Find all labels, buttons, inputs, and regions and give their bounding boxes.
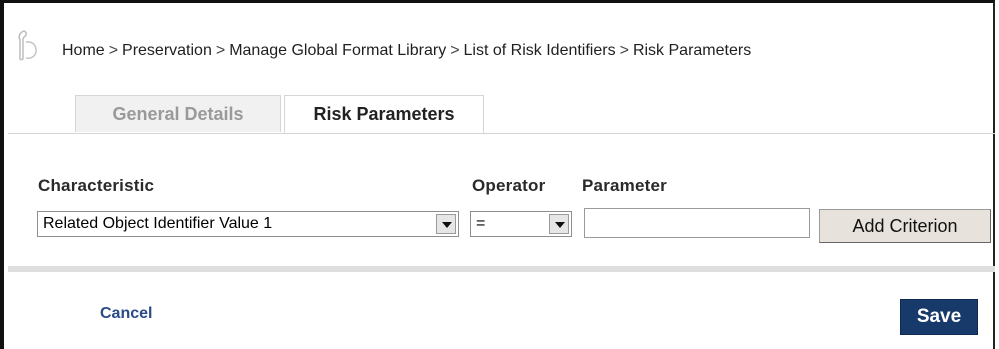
- cancel-link[interactable]: Cancel: [100, 305, 152, 323]
- breadcrumb-home[interactable]: Home: [62, 42, 105, 59]
- operator-selected-value: =: [476, 215, 486, 232]
- characteristic-select[interactable]: Related Object Identifier Value 1: [37, 211, 459, 237]
- divider: [8, 266, 995, 272]
- breadcrumb-separator: >: [108, 42, 119, 59]
- breadcrumb-manage-global-format-library[interactable]: Manage Global Format Library: [229, 42, 446, 59]
- breadcrumb-separator: >: [215, 42, 226, 59]
- breadcrumb-preservation[interactable]: Preservation: [122, 42, 212, 59]
- operator-select[interactable]: =: [470, 211, 572, 237]
- page-frame: Home > Preservation > Manage Global Format L…: [0, 0, 995, 349]
- parameter-label: Parameter: [582, 176, 667, 195]
- breadcrumb-separator: >: [450, 42, 460, 59]
- chevron-down-icon[interactable]: [436, 214, 456, 234]
- breadcrumb-bar: Home > Preservation > Manage Global Format L…: [8, 6, 995, 94]
- parameter-input[interactable]: [584, 208, 810, 238]
- characteristic-selected-value: Related Object Identifier Value 1: [43, 215, 273, 232]
- tab-bar: General Details Risk Parameters: [8, 91, 995, 134]
- add-criterion-button[interactable]: Add Criterion: [819, 209, 991, 243]
- tab-general-details[interactable]: General Details: [75, 95, 281, 132]
- characteristic-label: Characteristic: [38, 176, 155, 195]
- breadcrumb-current: Risk Parameters: [632, 42, 752, 59]
- tab-risk-parameters[interactable]: Risk Parameters: [284, 95, 484, 133]
- home-icon[interactable]: [16, 28, 42, 62]
- breadcrumb-separator: >: [619, 42, 629, 59]
- chevron-down-icon[interactable]: [549, 214, 569, 234]
- breadcrumb-list-of-risk-identifiers[interactable]: List of Risk Identifiers: [464, 42, 616, 59]
- operator-label: Operator: [472, 176, 546, 195]
- save-button[interactable]: Save: [900, 299, 978, 335]
- breadcrumb: Home > Preservation > Manage Global Format L…: [62, 42, 751, 60]
